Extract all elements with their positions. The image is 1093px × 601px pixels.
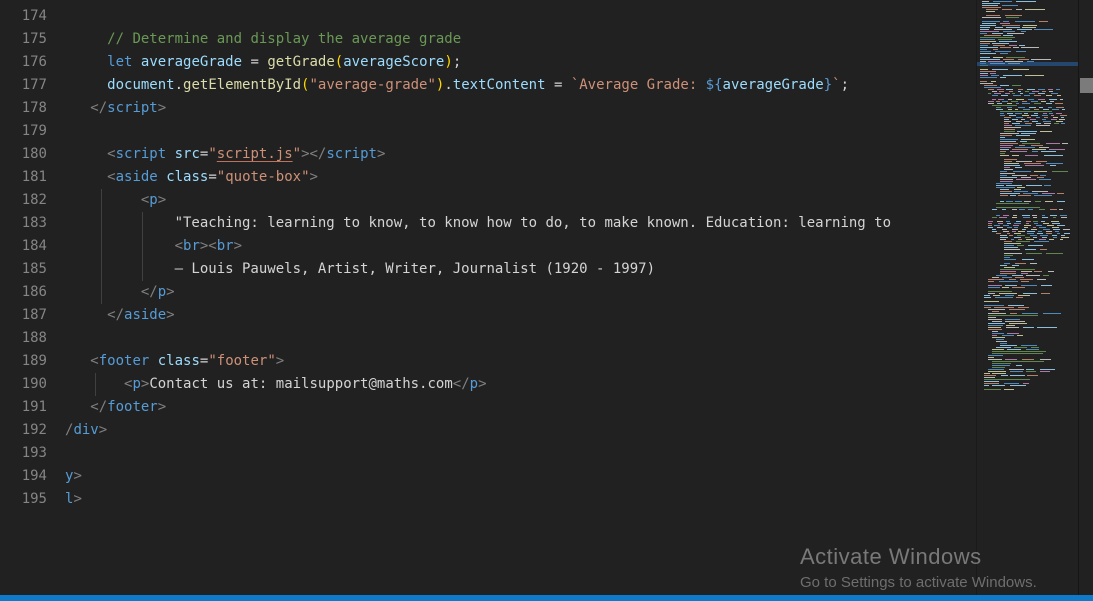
line-number[interactable]: 191 [0, 396, 47, 419]
code-line[interactable]: 184 <br><br> [0, 235, 972, 258]
line-number[interactable]: 189 [0, 350, 47, 373]
line-number[interactable]: 178 [0, 97, 47, 120]
code-text: l> [65, 491, 82, 507]
line-number[interactable]: 183 [0, 212, 47, 235]
code-text: </script> [90, 100, 167, 116]
line-number[interactable]: 193 [0, 442, 47, 465]
line-number[interactable]: 175 [0, 28, 47, 51]
line-number[interactable]: 190 [0, 373, 47, 396]
line-number[interactable]: 177 [0, 74, 47, 97]
line-number[interactable]: 182 [0, 189, 47, 212]
line-number[interactable]: 179 [0, 120, 47, 143]
code-text: // Determine and display the average gra… [107, 31, 462, 47]
code-text: "Teaching: learning to know, to know how… [174, 215, 900, 231]
code-text: <footer class="footer"> [90, 353, 285, 369]
code-line[interactable]: 181 <aside class="quote-box"> [0, 166, 972, 189]
indent-guide [95, 373, 96, 396]
vscode-editor-window: 174 175 // Determine and display the aver… [0, 0, 1093, 601]
code-text: y> [65, 468, 82, 484]
code-line[interactable]: 174 [0, 5, 972, 28]
scrollbar-thumb[interactable] [1080, 78, 1093, 93]
code-line[interactable]: 191 </footer> [0, 396, 972, 419]
code-line[interactable]: 182 <p> [0, 189, 972, 212]
code-line[interactable]: 180 <script src="script.js"></script> [0, 143, 972, 166]
code-line[interactable]: 185 — Louis Pauwels, Artist, Writer, Jou… [0, 258, 972, 281]
line-number[interactable]: 186 [0, 281, 47, 304]
code-text: <aside class="quote-box"> [107, 169, 318, 185]
indent-guide [101, 189, 102, 304]
code-line[interactable]: 193 [0, 442, 972, 465]
code-line[interactable]: 183 "Teaching: learning to know, to know… [0, 212, 972, 235]
line-number[interactable]: 194 [0, 465, 47, 488]
code-line[interactable]: 188 [0, 327, 972, 350]
activate-windows-title: Activate Windows [800, 544, 982, 569]
line-number[interactable]: 185 [0, 258, 47, 281]
code-line[interactable]: 187 </aside> [0, 304, 972, 327]
code-line[interactable]: 179 [0, 120, 972, 143]
line-number[interactable]: 180 [0, 143, 47, 166]
code-line[interactable]: 194 y> [0, 465, 972, 488]
code-text: <p>Contact us at: mailsupport@maths.com<… [124, 376, 487, 392]
status-bar [0, 595, 1093, 601]
code-line[interactable]: 189 <footer class="footer"> [0, 350, 972, 373]
code-line[interactable]: 177 document.getElementById("average-gra… [0, 74, 972, 97]
code-text: <br><br> [174, 238, 243, 254]
code-line[interactable]: 190 <p>Contact us at: mailsupport@maths.… [0, 373, 972, 396]
code-line[interactable]: 186 </p> [0, 281, 972, 304]
code-text: /div> [65, 422, 108, 438]
code-text: document.getElementById("average-grade")… [107, 77, 849, 93]
code-line[interactable]: 176 let averageGrade = getGrade(averageS… [0, 51, 972, 74]
minimap-highlight-line [977, 62, 1078, 66]
line-number[interactable]: 187 [0, 304, 47, 327]
activate-windows-subtitle: Go to Settings to activate Windows. [800, 574, 1037, 591]
line-number[interactable]: 184 [0, 235, 47, 258]
code-line[interactable]: 192/div> [0, 419, 972, 442]
code-text: </footer> [90, 399, 167, 415]
activate-windows-watermark: Activate Windows Go to Settings to activ… [800, 544, 1037, 591]
minimap-code-preview [977, 0, 1078, 595]
indent-guide [142, 212, 143, 281]
code-line[interactable]: 178 </script> [0, 97, 972, 120]
code-line[interactable]: 195 l> [0, 488, 972, 511]
minimap[interactable] [976, 0, 1078, 595]
line-number[interactable]: 176 [0, 51, 47, 74]
code-text: <p> [140, 192, 167, 208]
line-number[interactable]: 195 [0, 488, 47, 511]
code-editor[interactable]: 174 175 // Determine and display the aver… [0, 5, 972, 511]
code-text: </p> [140, 284, 175, 300]
code-text: let averageGrade = getGrade(averageScore… [107, 54, 462, 70]
code-text: <script src="script.js"></script> [107, 146, 386, 162]
line-number[interactable]: 192 [0, 419, 47, 442]
code-text: — Louis Pauwels, Artist, Writer, Journal… [174, 261, 656, 277]
line-number[interactable]: 174 [0, 5, 47, 28]
code-text: </aside> [107, 307, 175, 323]
line-number[interactable]: 181 [0, 166, 47, 189]
scrollbar-track[interactable] [1078, 0, 1093, 595]
line-number[interactable]: 188 [0, 327, 47, 350]
code-line[interactable]: 175 // Determine and display the average… [0, 28, 972, 51]
